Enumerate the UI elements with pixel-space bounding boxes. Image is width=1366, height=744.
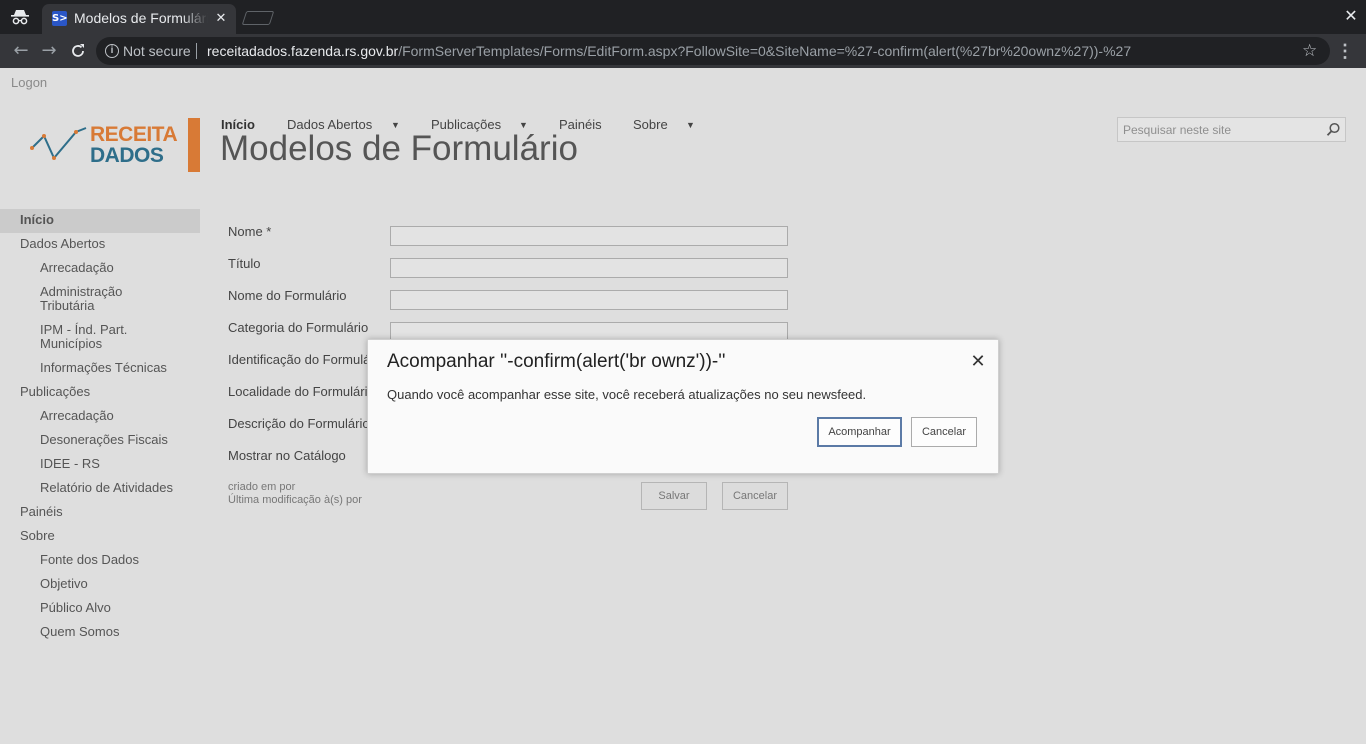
url-path: /FormServerTemplates/Forms/EditForm.aspx…	[398, 43, 1132, 59]
browser-toolbar: ← → i Not secure receitadados.fazenda.rs…	[0, 34, 1366, 68]
forward-icon[interactable]: →	[39, 41, 59, 61]
follow-site-dialog: Acompanhar ''-confirm(alert('br ownz'))-…	[367, 339, 999, 474]
reload-icon[interactable]	[69, 42, 87, 60]
follow-button[interactable]: Acompanhar	[817, 417, 902, 447]
dialog-message: Quando você acompanhar esse site, você r…	[387, 387, 867, 402]
browser-tabstrip: S> Modelos de Formulário ✕ ✕	[0, 0, 1366, 34]
info-icon[interactable]: i	[105, 44, 119, 58]
close-icon[interactable]: ✕	[968, 351, 988, 371]
address-bar[interactable]: i Not secure receitadados.fazenda.rs.gov…	[96, 37, 1330, 65]
tab-close-icon[interactable]: ✕	[213, 10, 229, 26]
tab-title: Modelos de Formulário	[74, 10, 208, 26]
not-secure-label: Not secure	[123, 43, 191, 59]
incognito-icon	[11, 10, 29, 25]
sharepoint-favicon-icon: S>	[52, 11, 68, 26]
window-close-icon[interactable]: ✕	[1342, 8, 1360, 26]
star-icon[interactable]: ☆	[1302, 41, 1317, 61]
menu-icon[interactable]: ⋮	[1336, 40, 1354, 62]
browser-tab[interactable]: S> Modelos de Formulário ✕	[42, 4, 236, 34]
url-host: receitadados.fazenda.rs.gov.br	[207, 43, 399, 59]
url-separator	[196, 43, 197, 59]
url-text[interactable]: receitadados.fazenda.rs.gov.br/FormServe…	[207, 43, 1131, 59]
dialog-title: Acompanhar ''-confirm(alert('br ownz'))-…	[387, 351, 726, 372]
new-tab-button[interactable]	[241, 11, 275, 25]
back-icon[interactable]: ←	[11, 41, 31, 61]
dialog-cancel-button[interactable]: Cancelar	[911, 417, 977, 447]
